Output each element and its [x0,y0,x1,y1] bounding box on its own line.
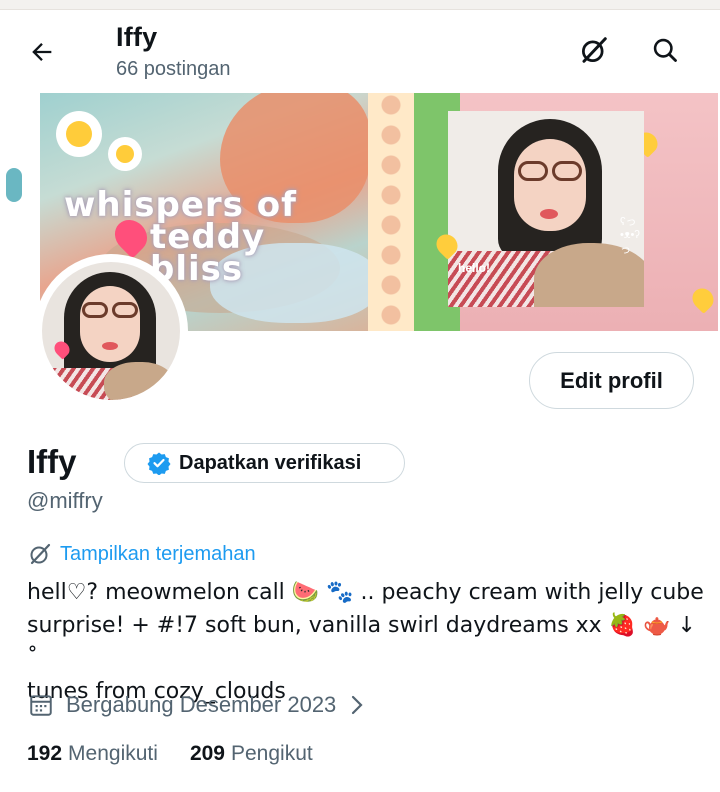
header-title: Iffy [116,22,158,52]
heart-icon [688,284,718,314]
profile-header: Iffy 66 postingan [0,10,720,92]
follow-stats: 192 Mengikuti 209 Pengikut [27,742,313,766]
profile-handle: @miffry [27,488,103,513]
avatar-image [42,262,180,400]
post-count: 66 postingan [116,58,231,80]
grok-icon [582,37,607,63]
chevron-right-icon [352,695,363,715]
flower-icon [56,111,102,157]
translate-icon [30,543,51,565]
followers-label: Pengikut [230,742,313,765]
banner-photo: hello! ʕっ•ᴥ•ʔっ [448,111,644,307]
photo-caption: hello! [458,261,490,275]
calendar-icon [30,695,52,716]
following-count: 192 [27,742,63,765]
arrow-left-icon [32,43,52,61]
joined-label: Bergabung Desember 2023 [66,692,337,717]
following-label: Mengikuti [68,742,158,765]
profile-name: Iffy [27,443,77,480]
flower-icon [108,137,142,171]
photo-mark: ʕっ•ᴥ•ʔっ [620,216,640,256]
grok-button[interactable] [574,30,614,70]
bio-line: hell♡? meowmelon call 🍉 🐾 .. peachy crea… [27,580,704,605]
search-button[interactable] [645,30,685,70]
translate-label: Tampilkan terjemahan [60,542,256,565]
avatar[interactable] [34,254,188,408]
search-icon [653,38,677,62]
edit-profile-button[interactable]: Edit profil [529,352,694,409]
translate-link[interactable]: Tampilkan terjemahan [28,542,256,566]
profile-bio: hell♡? meowmelon call 🍉 🐾 .. peachy crea… [27,576,707,708]
bio-line: surprise! + #!7 soft bun, vanilla swirl … [27,613,696,671]
browser-top-edge [0,0,720,10]
get-verified-button[interactable]: Dapatkan verifikasi [124,443,405,483]
get-verified-label: Dapatkan verifikasi [179,451,362,474]
followers-link[interactable]: 209 Pengikut [190,742,313,766]
decorative-sticker [6,168,22,202]
joined-date[interactable]: Bergabung Desember 2023 [28,692,366,718]
back-button[interactable] [22,32,62,72]
verified-badge-icon [147,452,171,475]
followers-count: 209 [189,742,225,765]
banner-flower-strip [368,93,414,331]
following-link[interactable]: 192 Mengikuti [27,742,158,766]
